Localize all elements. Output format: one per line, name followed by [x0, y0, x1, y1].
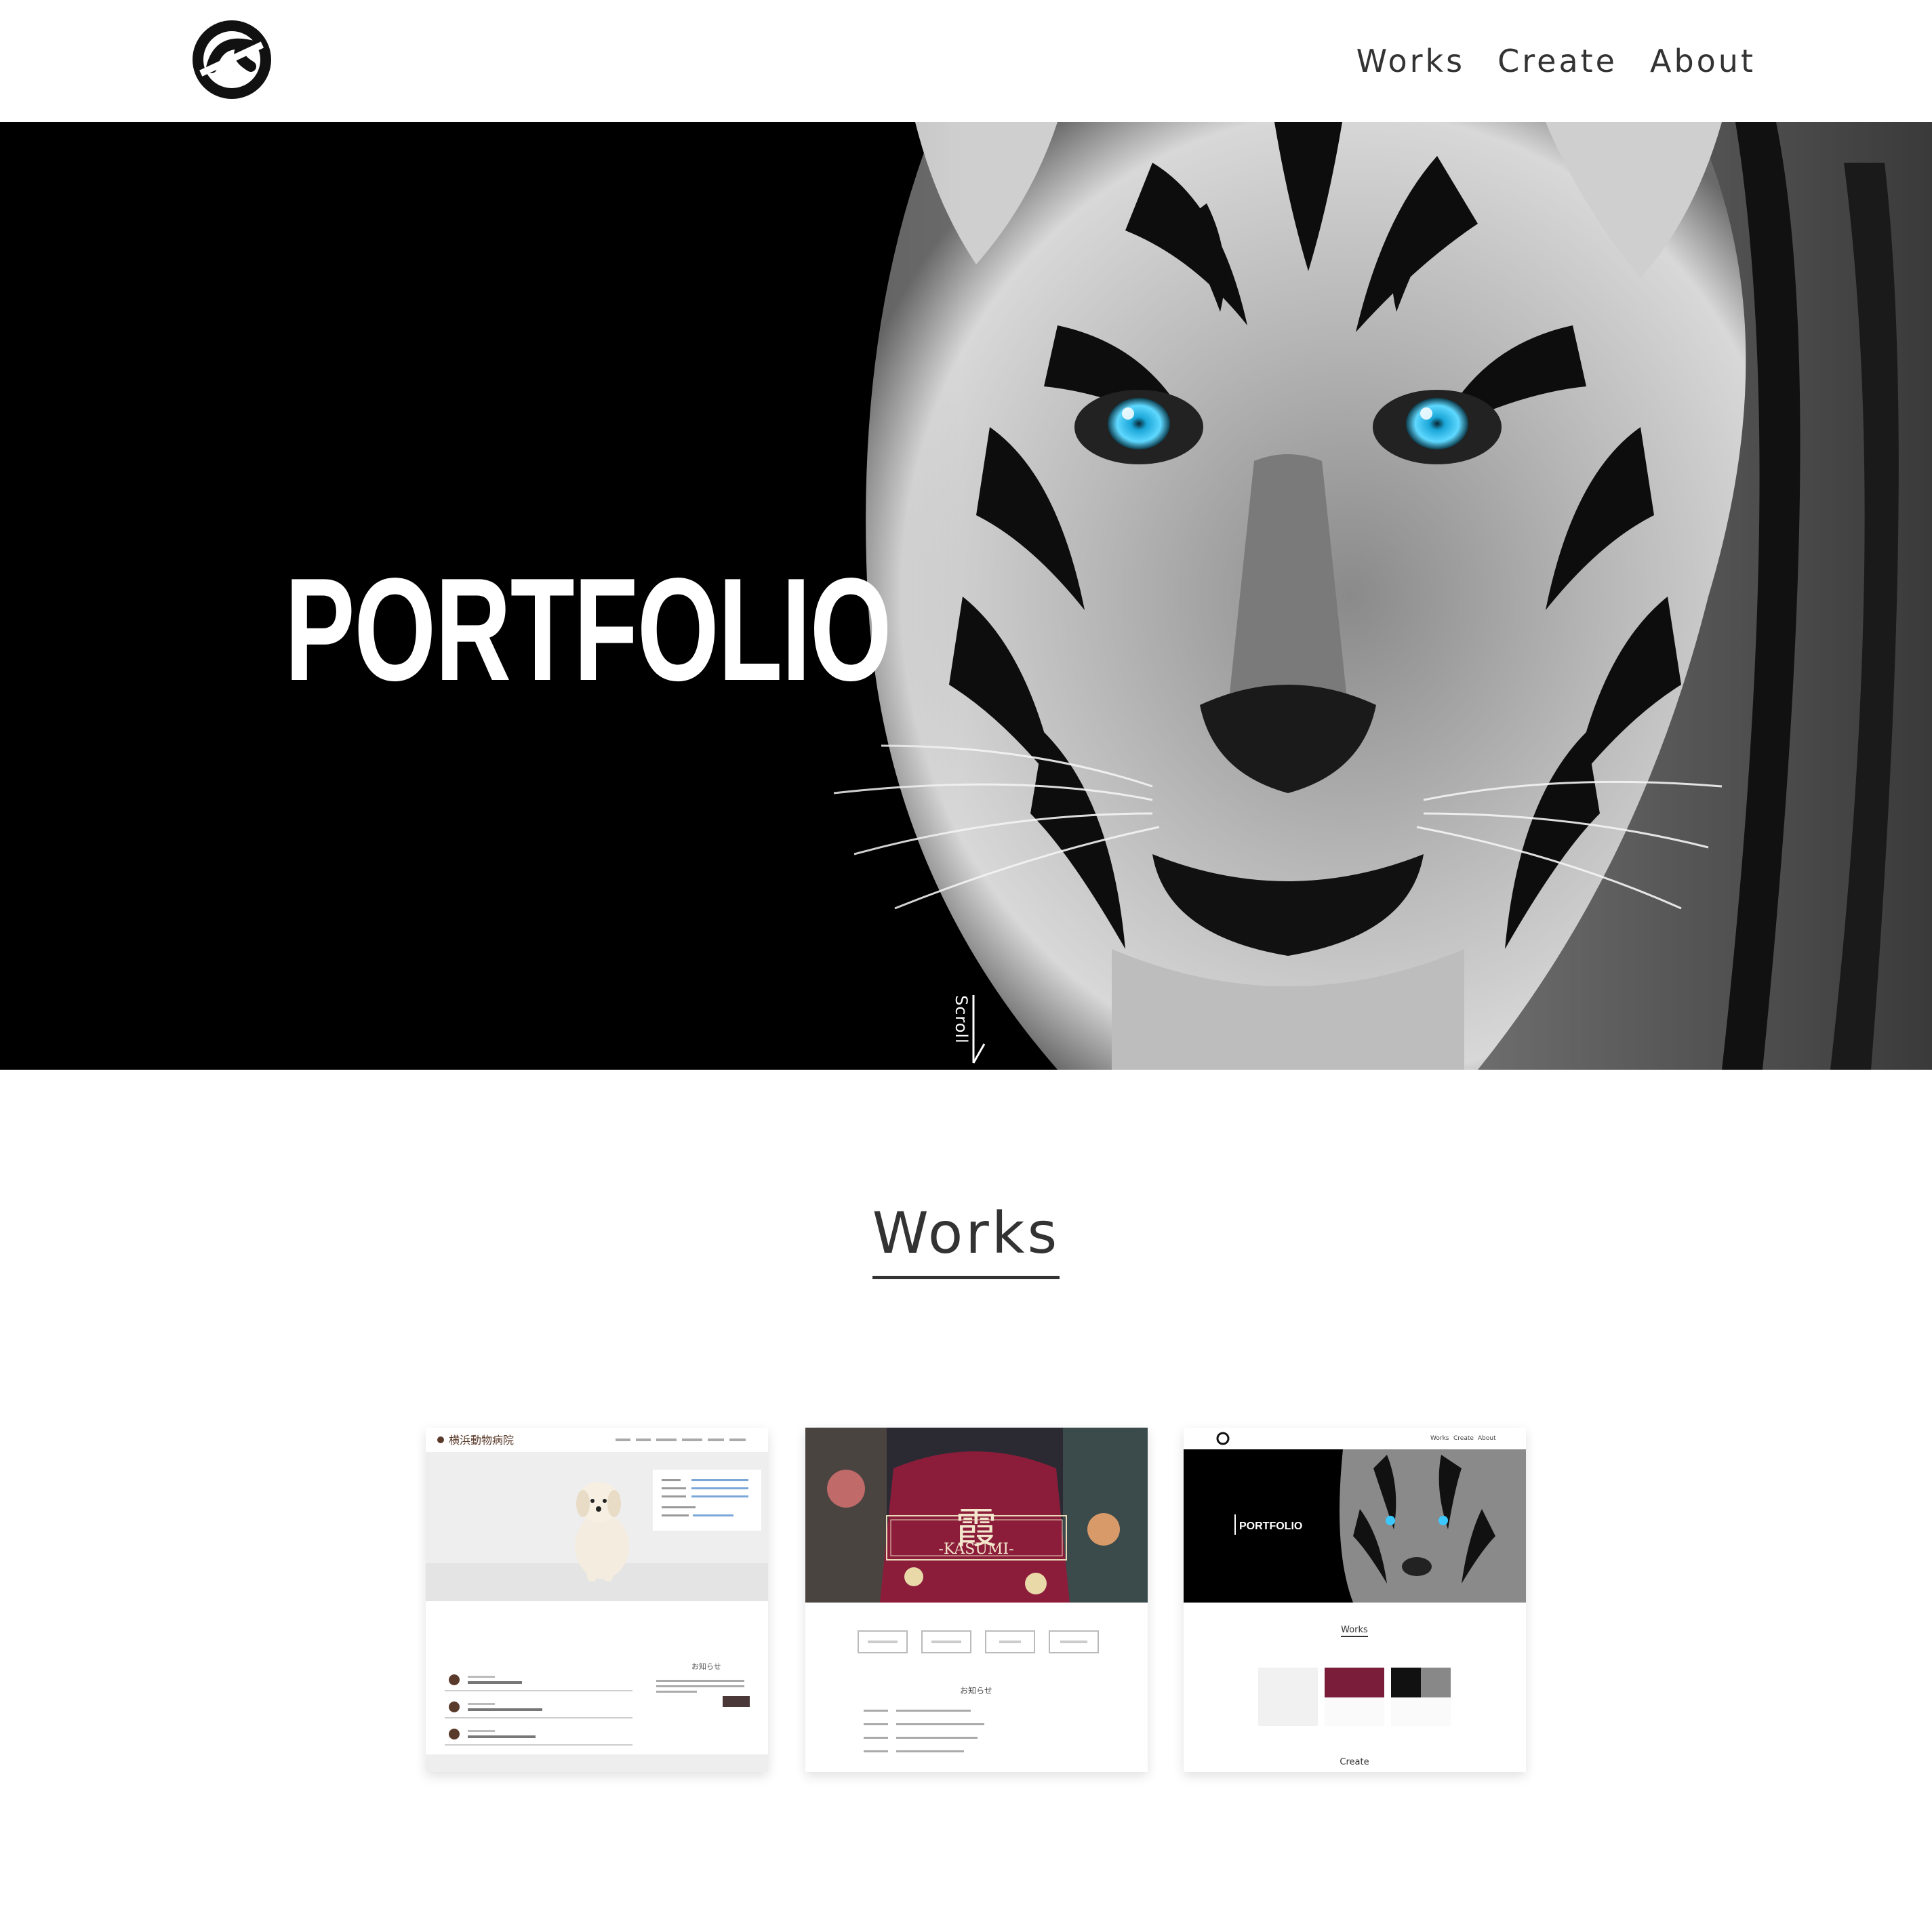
- card3-footer-title: Create: [1340, 1757, 1369, 1767]
- animal-hospital-thumbnail: 横浜動物病院 お知らせ: [426, 1428, 768, 1772]
- card2-notice-title: お知らせ: [960, 1686, 992, 1695]
- nav-create[interactable]: Create: [1497, 43, 1617, 79]
- scroll-indicator[interactable]: Scroll: [946, 995, 987, 1070]
- card3-section-title: Works: [1341, 1625, 1368, 1635]
- work-card-portfolio[interactable]: Works Create About PORTFOLIO Works Creat…: [1184, 1428, 1526, 1772]
- card2-subtitle: -KASUMI-: [938, 1541, 1013, 1558]
- arrow-down-icon: [972, 995, 986, 1064]
- card1-site-name: 横浜動物病院: [449, 1434, 514, 1447]
- site-header: Works Create About: [0, 0, 1932, 122]
- hero-title: PORTFOLIO: [285, 547, 892, 711]
- logo-icon[interactable]: [191, 19, 273, 100]
- nav-about[interactable]: About: [1650, 43, 1756, 79]
- main-nav: Works Create About: [1356, 34, 1756, 88]
- work-card-kasumi[interactable]: 霞 -KASUMI- お知らせ: [805, 1428, 1148, 1772]
- kasumi-thumbnail: 霞 -KASUMI- お知らせ: [805, 1428, 1148, 1772]
- works-heading: Works: [872, 1200, 1060, 1279]
- works-section-title: Works: [0, 1200, 1932, 1279]
- work-card-animal-hospital[interactable]: 横浜動物病院 お知らせ: [426, 1428, 768, 1772]
- card3-nav-works: Works: [1430, 1435, 1449, 1442]
- card3-hero-title: PORTFOLIO: [1239, 1521, 1302, 1532]
- card1-notice-title: お知らせ: [691, 1662, 721, 1671]
- works-grid: 横浜動物病院 お知らせ 霞 -KASUMI- お知らせ Works Create…: [426, 1428, 1527, 1772]
- card3-nav-create: Create: [1453, 1435, 1474, 1442]
- hero-section: PORTFOLIO Scroll: [0, 122, 1932, 1070]
- portfolio-thumbnail: Works Create About PORTFOLIO Works Creat…: [1184, 1428, 1526, 1772]
- card3-nav-about: About: [1478, 1435, 1496, 1442]
- nav-works[interactable]: Works: [1356, 43, 1465, 79]
